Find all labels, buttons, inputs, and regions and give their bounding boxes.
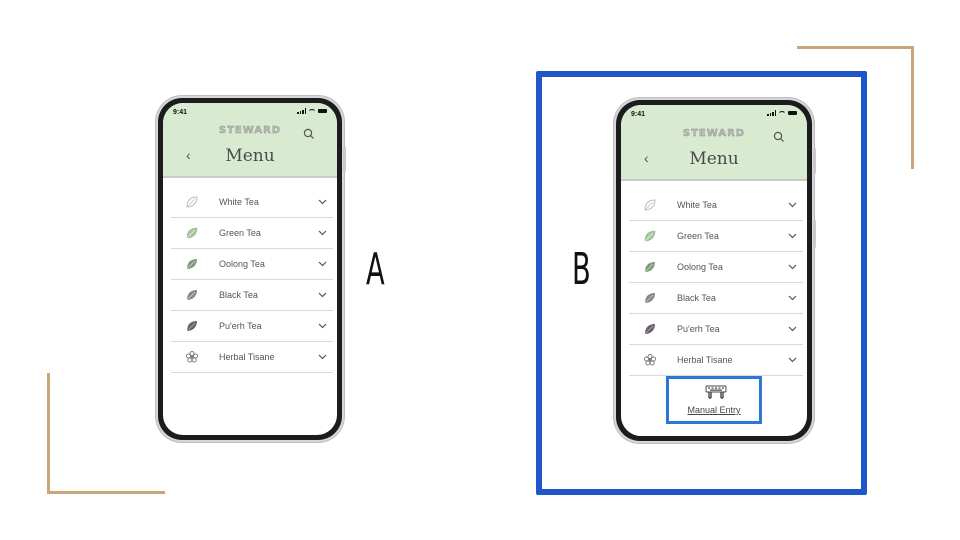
phone-a: 9:41 STEWARD ‹ Menu White Tea Green Tea <box>158 98 346 440</box>
flower-icon <box>186 351 198 363</box>
menu-item-puerh-tea[interactable]: Pu'erh Tea <box>171 311 333 342</box>
status-icons <box>297 108 327 114</box>
green-leaf-icon <box>644 230 656 242</box>
wifi-icon <box>308 108 316 114</box>
page-title: Menu <box>689 149 739 169</box>
chevron-down-icon <box>318 230 327 236</box>
menu-item-white-tea[interactable]: White Tea <box>171 187 333 218</box>
app-header: 9:41 STEWARD ‹ Menu <box>163 103 337 178</box>
menu-item-label: Herbal Tisane <box>677 355 733 365</box>
chevron-down-icon <box>318 354 327 360</box>
menu-item-green-tea[interactable]: Green Tea <box>629 221 803 252</box>
black-leaf-icon <box>644 293 655 304</box>
signal-icon <box>767 110 776 116</box>
app-header: 9:41 STEWARD ‹ Menu <box>621 105 807 181</box>
menu-item-label: Green Tea <box>219 228 261 238</box>
menu-item-label: White Tea <box>219 197 259 207</box>
menu-item-white-tea[interactable]: White Tea <box>629 190 803 221</box>
menu-item-herbal-tisane[interactable]: Herbal Tisane <box>171 342 333 373</box>
menu-item-green-tea[interactable]: Green Tea <box>171 218 333 249</box>
chevron-down-icon <box>788 202 797 208</box>
menu-item-label: Black Tea <box>219 290 258 300</box>
puerh-leaf-icon <box>644 324 655 335</box>
chevron-down-icon <box>788 233 797 239</box>
signal-icon <box>297 108 306 114</box>
menu-item-label: Black Tea <box>677 293 716 303</box>
puerh-leaf-icon <box>186 321 197 332</box>
phone-side-button <box>343 146 346 172</box>
menu-item-label: Herbal Tisane <box>219 352 275 362</box>
status-icons <box>767 110 797 116</box>
white-leaf-icon <box>644 199 656 211</box>
chevron-down-icon <box>788 326 797 332</box>
phone-side-button <box>813 220 816 248</box>
phone-side-button <box>813 148 816 174</box>
search-icon[interactable] <box>773 130 785 142</box>
oolong-leaf-icon <box>186 259 197 270</box>
chevron-down-icon <box>318 261 327 267</box>
chevron-down-icon <box>318 199 327 205</box>
menu-item-puerh-tea[interactable]: Pu'erh Tea <box>629 314 803 345</box>
tea-menu-list: White Tea Green Tea Oolong Tea Black Tea <box>171 187 333 373</box>
chevron-down-icon <box>788 295 797 301</box>
status-time: 9:41 <box>173 109 188 116</box>
label-a: A <box>366 244 385 295</box>
menu-item-black-tea[interactable]: Black Tea <box>171 280 333 311</box>
keyboard-hands-icon <box>705 385 727 399</box>
chevron-down-icon <box>788 357 797 363</box>
page-title: Menu <box>225 146 275 166</box>
menu-item-label: Oolong Tea <box>219 259 265 269</box>
tea-menu-list: White Tea Green Tea Oolong Tea Black Tea <box>629 190 803 376</box>
menu-item-label: Oolong Tea <box>677 262 723 272</box>
flower-icon <box>644 354 656 366</box>
status-time: 9:41 <box>631 111 646 118</box>
search-icon[interactable] <box>303 127 315 139</box>
menu-item-label: Pu'erh Tea <box>219 321 262 331</box>
oolong-leaf-icon <box>644 262 655 273</box>
menu-item-oolong-tea[interactable]: Oolong Tea <box>629 252 803 283</box>
white-leaf-icon <box>186 196 198 208</box>
phone-a-screen: 9:41 STEWARD ‹ Menu White Tea Green Tea <box>163 103 337 435</box>
menu-item-label: Pu'erh Tea <box>677 324 720 334</box>
menu-item-label: Green Tea <box>677 231 719 241</box>
manual-entry-button[interactable]: Manual Entry <box>666 376 762 424</box>
chevron-down-icon <box>788 264 797 270</box>
manual-entry-label: Manual Entry <box>687 405 741 415</box>
decorative-corner-bottom-left <box>47 373 165 494</box>
battery-icon <box>788 111 797 115</box>
menu-item-label: White Tea <box>677 200 717 210</box>
green-leaf-icon <box>186 227 198 239</box>
chevron-down-icon <box>318 323 327 329</box>
battery-icon <box>318 109 327 113</box>
menu-item-oolong-tea[interactable]: Oolong Tea <box>171 249 333 280</box>
black-leaf-icon <box>186 290 197 301</box>
menu-item-herbal-tisane[interactable]: Herbal Tisane <box>629 345 803 376</box>
menu-item-black-tea[interactable]: Black Tea <box>629 283 803 314</box>
chevron-down-icon <box>318 292 327 298</box>
wifi-icon <box>778 110 786 116</box>
